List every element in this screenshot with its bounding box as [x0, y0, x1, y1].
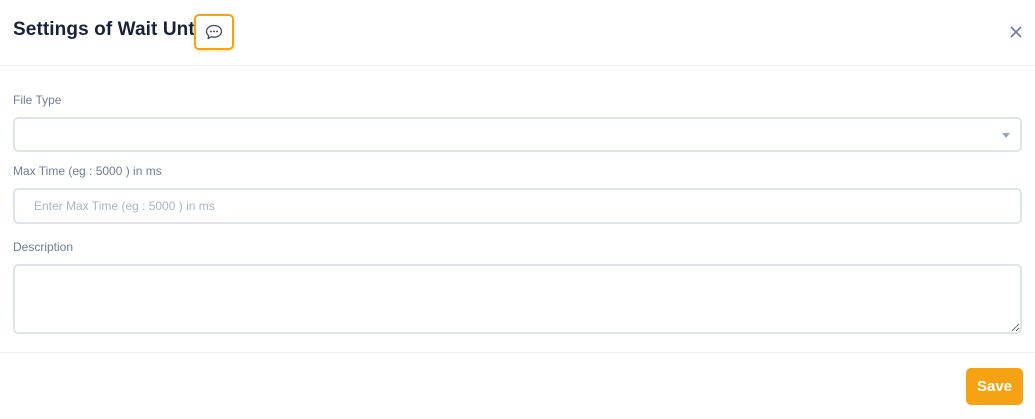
- close-icon: [1010, 26, 1022, 38]
- file-type-label: File Type: [13, 93, 62, 107]
- settings-modal: Settings of Wait Until File Type Max Tim…: [0, 0, 1035, 419]
- modal-title: Settings of Wait Until: [13, 19, 206, 40]
- description-textarea[interactable]: [13, 264, 1022, 334]
- save-button[interactable]: Save: [966, 368, 1023, 405]
- chevron-down-icon: [1002, 133, 1010, 138]
- comment-icon: [205, 24, 223, 40]
- footer-divider: [0, 352, 1035, 353]
- max-time-label: Max Time (eg : 5000 ) in ms: [13, 164, 162, 178]
- file-type-select[interactable]: [13, 117, 1022, 152]
- description-label: Description: [13, 240, 74, 254]
- comment-button[interactable]: [194, 14, 234, 50]
- max-time-input[interactable]: [13, 188, 1022, 224]
- modal-header: Settings of Wait Until: [0, 0, 1035, 66]
- close-button[interactable]: [1006, 22, 1026, 42]
